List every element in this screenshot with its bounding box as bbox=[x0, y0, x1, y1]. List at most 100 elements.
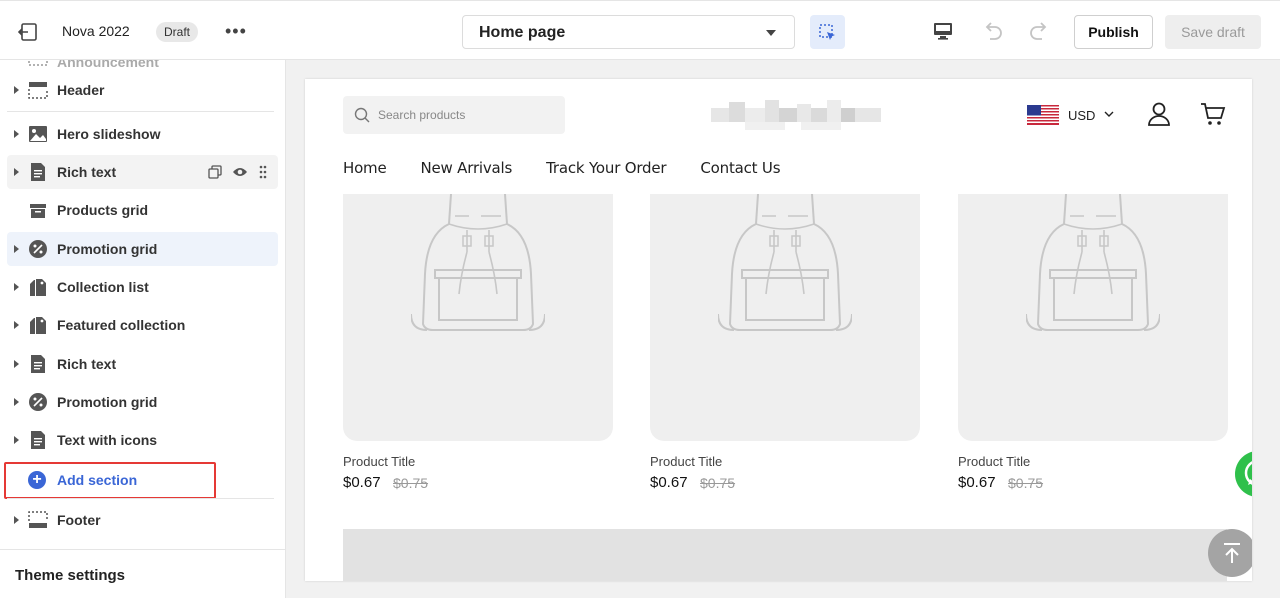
expand-arrow-icon[interactable] bbox=[14, 398, 19, 406]
document-icon bbox=[31, 431, 45, 449]
sidebar-item-label: Text with icons bbox=[57, 432, 158, 448]
product-price: $0.67 bbox=[958, 474, 996, 491]
preview-canvas: Search products USD Home New Arrivals Tr… bbox=[305, 79, 1252, 581]
whatsapp-chat-button[interactable] bbox=[1235, 451, 1252, 497]
status-badge: Draft bbox=[156, 22, 199, 42]
nav-link-new-arrivals[interactable]: New Arrivals bbox=[421, 159, 513, 179]
section-actions bbox=[208, 164, 270, 180]
next-section-banner[interactable] bbox=[343, 529, 1227, 581]
percent-badge-icon bbox=[29, 393, 47, 411]
sidebar-item-hero-slideshow[interactable]: Hero slideshow bbox=[7, 117, 278, 151]
sidebar-item-text-with-icons[interactable]: Text with icons bbox=[7, 423, 278, 457]
page-select-value: Home page bbox=[479, 24, 566, 41]
page-select[interactable]: Home page bbox=[462, 15, 795, 49]
theme-settings-label: Theme settings bbox=[15, 567, 126, 584]
back-to-top-button[interactable] bbox=[1208, 529, 1252, 577]
sidebar-item-featured-collection[interactable]: Featured collection bbox=[7, 308, 278, 342]
publish-button[interactable]: Publish bbox=[1074, 15, 1153, 49]
expand-arrow-icon[interactable] bbox=[14, 360, 19, 368]
sidebar-item-label: Featured collection bbox=[57, 317, 186, 333]
account-icon[interactable] bbox=[1146, 101, 1172, 127]
cart-icon[interactable] bbox=[1200, 101, 1226, 127]
store-nav: Home New Arrivals Track Your Order Conta… bbox=[343, 159, 781, 179]
expand-arrow-icon[interactable] bbox=[14, 245, 19, 253]
sidebar-item-products-grid[interactable]: Products grid bbox=[7, 193, 278, 227]
currency-selector[interactable]: USD bbox=[1068, 108, 1095, 123]
exit-icon[interactable] bbox=[18, 23, 38, 41]
product-card[interactable]: Product Title $0.67 $0.75 bbox=[650, 194, 920, 491]
image-icon bbox=[29, 126, 47, 142]
sidebar-item-collection-list[interactable]: Collection list bbox=[7, 270, 278, 304]
sidebar-item-label: Rich text bbox=[57, 356, 117, 372]
sidebar-item-label: Hero slideshow bbox=[57, 126, 161, 142]
product-image-placeholder[interactable] bbox=[650, 194, 920, 441]
product-price: $0.67 bbox=[343, 474, 381, 491]
sidebar-item-rich-text-2[interactable]: Rich text bbox=[7, 347, 278, 381]
sidebar-item-label: Products grid bbox=[57, 202, 149, 218]
nav-link-home[interactable]: Home bbox=[343, 159, 387, 179]
search-placeholder: Search products bbox=[378, 108, 466, 122]
sidebar-item-label: Promotion grid bbox=[57, 394, 158, 410]
add-section-button[interactable]: + Add section bbox=[4, 462, 216, 499]
product-compare-price: $0.75 bbox=[393, 475, 429, 491]
sidebar-item-rich-text[interactable]: Rich text bbox=[7, 155, 278, 189]
product-card[interactable]: Product Title $0.67 $0.75 bbox=[343, 194, 613, 491]
editor-topbar: Nova 2022 Draft ••• Home page Publish Sa… bbox=[0, 0, 1280, 60]
backpack-placeholder-icon bbox=[411, 194, 545, 331]
tags-icon bbox=[30, 279, 46, 296]
theme-settings[interactable]: Theme settings bbox=[0, 549, 285, 598]
duplicate-icon[interactable] bbox=[208, 165, 222, 179]
nav-link-track-order[interactable]: Track Your Order bbox=[546, 159, 666, 179]
us-flag-icon bbox=[1027, 105, 1059, 125]
sidebar-item-header[interactable]: Header bbox=[7, 73, 278, 107]
box-icon bbox=[30, 204, 46, 218]
header-layout-icon bbox=[28, 60, 48, 66]
expand-arrow-icon[interactable] bbox=[14, 516, 19, 524]
more-icon[interactable]: ••• bbox=[225, 22, 247, 40]
undo-icon[interactable] bbox=[982, 21, 1004, 41]
chevron-down-icon[interactable] bbox=[1104, 109, 1114, 119]
site-title: Nova 2022 bbox=[62, 23, 130, 39]
sidebar-item-label: Promotion grid bbox=[57, 241, 158, 257]
sidebar-item-label: Rich text bbox=[57, 164, 117, 180]
save-draft-button[interactable]: Save draft bbox=[1165, 15, 1261, 49]
expand-arrow-icon[interactable] bbox=[14, 86, 19, 94]
footer-layout-icon bbox=[28, 511, 48, 528]
product-price: $0.67 bbox=[650, 474, 688, 491]
desktop-icon[interactable] bbox=[932, 21, 954, 41]
eye-icon[interactable] bbox=[232, 166, 248, 178]
backpack-placeholder-icon bbox=[718, 194, 852, 331]
product-title[interactable]: Product Title bbox=[650, 454, 722, 469]
product-title[interactable]: Product Title bbox=[343, 454, 415, 469]
redo-icon[interactable] bbox=[1028, 21, 1050, 41]
expand-arrow-icon[interactable] bbox=[14, 283, 19, 291]
document-icon bbox=[31, 163, 45, 181]
product-title[interactable]: Product Title bbox=[958, 454, 1030, 469]
nav-link-contact[interactable]: Contact Us bbox=[700, 159, 780, 179]
drag-handle-icon[interactable] bbox=[259, 165, 267, 179]
product-compare-price: $0.75 bbox=[1008, 475, 1044, 491]
expand-arrow-icon[interactable] bbox=[14, 321, 19, 329]
tags-icon bbox=[30, 317, 46, 334]
percent-badge-icon bbox=[29, 240, 47, 258]
arrow-up-icon bbox=[1224, 543, 1240, 563]
inspect-select-button[interactable] bbox=[810, 15, 845, 49]
sections-sidebar: Announcement Header Hero slideshow Rich bbox=[0, 60, 286, 598]
sidebar-item-promotion-grid-2[interactable]: Promotion grid bbox=[7, 385, 278, 419]
expand-arrow-icon[interactable] bbox=[14, 130, 19, 138]
search-icon bbox=[354, 107, 370, 123]
store-preview: Search products USD Home New Arrivals Tr… bbox=[286, 60, 1280, 598]
expand-arrow-icon[interactable] bbox=[14, 436, 19, 444]
product-card[interactable]: Product Title $0.67 $0.75 bbox=[958, 194, 1228, 491]
sidebar-item-promotion-grid[interactable]: Promotion grid bbox=[7, 232, 278, 266]
store-logo-blurred[interactable] bbox=[711, 94, 881, 139]
divider bbox=[7, 498, 274, 499]
search-input[interactable]: Search products bbox=[343, 96, 565, 134]
expand-arrow-icon[interactable] bbox=[14, 168, 19, 176]
sidebar-item-label: Header bbox=[57, 82, 105, 98]
divider bbox=[7, 111, 274, 112]
document-icon bbox=[31, 355, 45, 373]
sidebar-item-footer[interactable]: Footer bbox=[7, 503, 278, 537]
product-image-placeholder[interactable] bbox=[958, 194, 1228, 441]
product-image-placeholder[interactable] bbox=[343, 194, 613, 441]
